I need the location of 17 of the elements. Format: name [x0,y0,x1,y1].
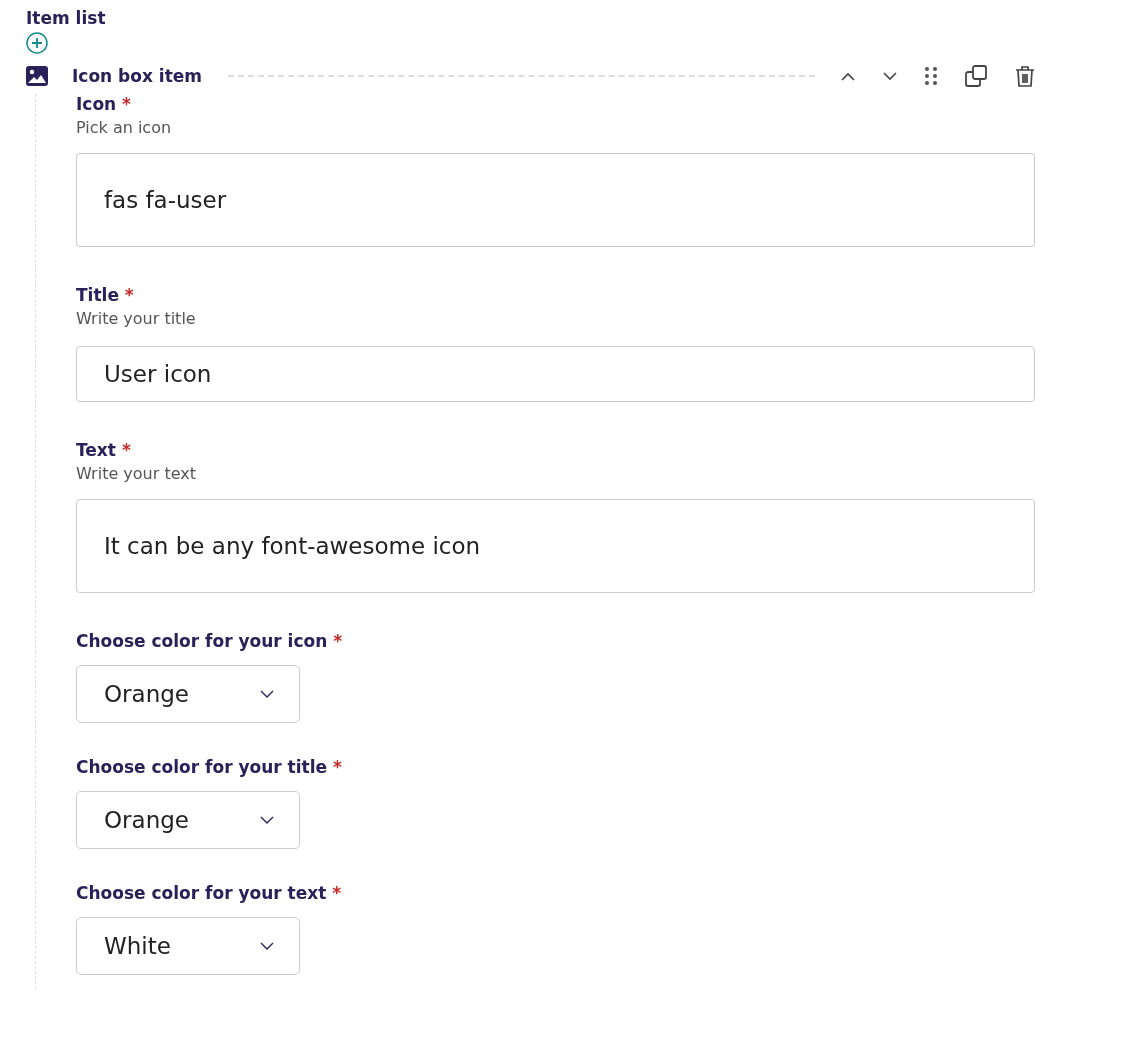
color-dropdown[interactable]: Orange [76,791,300,849]
field-label: Choose color for your text * [76,883,343,903]
input-field[interactable]: It can be any font-awesome icon [76,499,1035,593]
field-hint: Write your text [76,464,197,483]
field-label: Text * [76,440,132,460]
field-hint: Pick an icon [76,118,173,137]
field-label: Title * [76,285,135,305]
input-field[interactable]: User icon [76,346,1035,402]
item-title: Icon box item [72,66,203,86]
color-dropdown[interactable]: Orange [76,665,300,723]
color-dropdown[interactable]: White [76,917,300,975]
input-field[interactable]: fas fa-user [76,153,1035,247]
field-label: Choose color for your title * [76,757,343,777]
field-label: Choose color for your icon * [76,631,344,651]
list-title: Item list [26,8,107,28]
field-hint: Write your title [76,309,197,328]
field-label: Icon * [76,94,132,114]
